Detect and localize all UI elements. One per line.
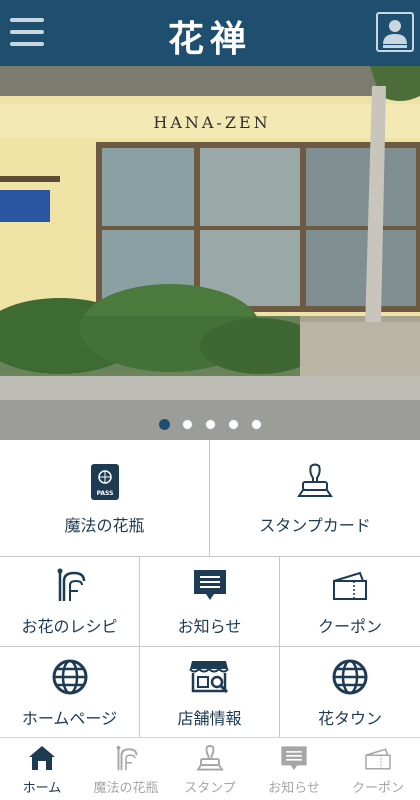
tab-label: ホーム xyxy=(22,781,62,796)
carousel-dot[interactable] xyxy=(250,419,262,430)
tile-magic-vase[interactable]: PASS 魔法の花瓶 xyxy=(0,440,210,557)
tab-label: 魔法の花瓶 xyxy=(93,781,159,796)
tab-magic-vase[interactable]: 魔法の花瓶 xyxy=(84,738,168,800)
tab-home[interactable]: ホーム xyxy=(0,738,84,800)
tab-label: お知らせ xyxy=(268,781,320,796)
home-icon xyxy=(29,746,55,770)
store-sign-text: HANA-ZEN xyxy=(153,113,270,132)
tile-coupon[interactable]: クーポン xyxy=(280,557,420,647)
tile-shop-info[interactable]: 店舗情報 xyxy=(140,647,280,737)
bottom-tab-bar: ホーム 魔法の花瓶 スタンプ お知らせ クーポン xyxy=(0,737,420,800)
tile-label: 店舗情報 xyxy=(177,709,242,728)
carousel-dots xyxy=(0,419,420,430)
carousel-dot[interactable] xyxy=(204,419,216,430)
tile-label: 魔法の花瓶 xyxy=(64,516,145,535)
tab-stamp[interactable]: スタンプ xyxy=(168,738,252,800)
tab-news[interactable]: お知らせ xyxy=(252,738,336,800)
message-icon xyxy=(193,570,226,600)
shop-icon xyxy=(188,661,229,694)
carousel-dot[interactable] xyxy=(227,419,239,430)
tile-label: ホームページ xyxy=(21,709,118,728)
storefront-photo: HANA-ZEN xyxy=(0,66,420,440)
flower-recipe-icon xyxy=(116,745,138,771)
globe-icon xyxy=(332,659,368,695)
globe-icon xyxy=(52,659,87,695)
stamp-icon xyxy=(297,463,333,497)
tile-label: お知らせ xyxy=(177,617,242,636)
tile-flower-town[interactable]: 花タウン xyxy=(280,647,420,737)
message-icon xyxy=(281,746,307,771)
tile-news[interactable]: お知らせ xyxy=(140,557,280,647)
tile-stamp-card[interactable]: スタンプカード xyxy=(210,440,420,557)
flower-recipe-icon xyxy=(57,568,85,601)
tile-label: お花のレシピ xyxy=(21,617,118,636)
passport-icon: PASS xyxy=(90,464,119,500)
carousel-dot[interactable] xyxy=(158,419,170,430)
menu-grid: PASS 魔法の花瓶 スタンプカード お花のレシピ お知らせ クーポン ホームペ… xyxy=(0,440,420,737)
tab-coupon[interactable]: クーポン xyxy=(336,738,420,800)
coupon-icon xyxy=(365,748,391,770)
app-header: 花禅 xyxy=(0,0,420,66)
coupon-icon xyxy=(333,571,367,600)
app-logo: 花禅 xyxy=(167,18,252,60)
hero-carousel[interactable]: HANA-ZEN xyxy=(0,66,420,440)
tile-flower-recipe[interactable]: お花のレシピ xyxy=(0,557,140,647)
tile-label: スタンプカード xyxy=(259,516,371,535)
profile-icon[interactable] xyxy=(376,12,414,52)
tile-label: 花タウン xyxy=(317,709,382,728)
tab-label: クーポン xyxy=(351,781,404,796)
svg-text:PASS: PASS xyxy=(96,490,113,497)
tile-label: クーポン xyxy=(317,617,382,636)
stamp-icon xyxy=(196,744,224,771)
tile-homepage[interactable]: ホームページ xyxy=(0,647,140,737)
tab-label: スタンプ xyxy=(184,781,236,796)
carousel-dot[interactable] xyxy=(181,419,193,430)
